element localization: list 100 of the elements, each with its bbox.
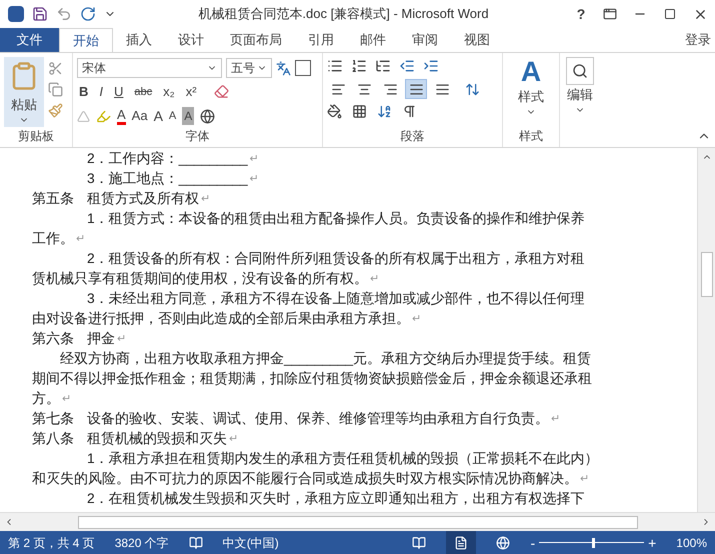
article-title: 押金 — [87, 330, 115, 348]
article-number: 第五条 — [32, 190, 75, 208]
format-button[interactable]: abc — [132, 84, 154, 100]
document-text: 3．施工地点：_________ — [87, 170, 248, 188]
cut-icon[interactable] — [48, 61, 63, 76]
group-label: 样式 — [518, 128, 544, 145]
vertical-scrollbar[interactable] — [697, 148, 715, 512]
paragraph-mark: ↵ — [370, 272, 379, 287]
ribbon-tab[interactable]: 设计 — [165, 28, 217, 52]
document-text: 方。 — [32, 390, 60, 408]
document-text: 2．租赁设备的所有权：合同附件所列租赁设备的所有权属于出租方，承租方对租 — [87, 250, 585, 268]
paragraph-mark: ↵ — [76, 232, 85, 247]
ribbon-tab[interactable]: 开始 — [59, 28, 113, 52]
ribbon-tab[interactable]: 邮件 — [347, 28, 399, 52]
align-icon — [382, 82, 398, 96]
format-button[interactable]: x₂ — [161, 82, 177, 102]
word-count[interactable]: 3820 个字 — [114, 534, 169, 552]
proofing-icon[interactable] — [188, 536, 203, 550]
shrink-font-button[interactable]: A — [168, 108, 176, 124]
paste-button[interactable]: 粘贴 — [4, 57, 44, 127]
zoom-out-button[interactable]: - — [530, 536, 536, 550]
borders-icon[interactable] — [352, 104, 367, 119]
zoom-level[interactable]: 100% — [676, 534, 707, 552]
multilevel-list-icon[interactable] — [375, 58, 391, 74]
ribbon-tab[interactable]: 审阅 — [399, 28, 451, 52]
decrease-indent-icon[interactable] — [399, 58, 415, 74]
scroll-thumb[interactable] — [78, 516, 638, 528]
scroll-thumb[interactable] — [700, 252, 712, 297]
eraser-icon[interactable] — [214, 84, 229, 100]
article-number: 第八条 — [32, 430, 75, 448]
article-number: 第七条 — [32, 410, 75, 428]
phonetic-guide-icon[interactable] — [276, 60, 291, 76]
paragraph-mark: ↵ — [117, 332, 126, 347]
group-label: 剪贴板 — [17, 128, 55, 145]
window-title: 机械租赁合同范本.doc [兼容模式] - Microsoft Word — [197, 5, 490, 24]
font-name-field[interactable]: 宋体 — [77, 58, 222, 78]
zoom-in-button[interactable]: + — [648, 536, 656, 550]
zoom-slider[interactable] — [539, 536, 644, 548]
ribbon-tab[interactable]: 引用 — [295, 28, 347, 52]
document-text: 期间不得以押金抵作租金；租赁期满，扣除应付租赁物资缺损赔偿金后，押金余额退还承租 — [32, 370, 592, 388]
ribbon-tab[interactable]: 视图 — [451, 28, 503, 52]
document-text: 和灭失的风险。由不可抗力的原因不能履行合同或造成损失时双方根实际情况协商解决。 — [32, 470, 578, 488]
document-text: 1．租赁方式：本设备的租赁由出租方配备操作人员。负责设备的操作和维护保养 — [87, 210, 585, 228]
format-button[interactable]: I — [97, 82, 106, 102]
editing-button[interactable]: 编辑 — [566, 57, 594, 114]
font-color-button[interactable]: A — [117, 108, 126, 124]
article-number: 第六条 — [32, 330, 75, 348]
page-count[interactable]: 第 2 页，共 4 页 — [8, 534, 95, 552]
print-layout-icon[interactable] — [446, 531, 476, 554]
format-button[interactable]: B — [77, 82, 90, 102]
bullets-icon[interactable] — [327, 58, 343, 74]
paragraph-mark: ↵ — [250, 152, 259, 167]
shading-icon[interactable] — [327, 104, 342, 119]
ribbon-tab[interactable]: 插入 — [113, 28, 165, 52]
character-shading-button[interactable]: A — [182, 107, 194, 125]
align-icon — [330, 82, 346, 96]
line-spacing-icon[interactable] — [465, 82, 480, 96]
styles-button[interactable]: A 样式 — [503, 53, 559, 127]
character-border-icon[interactable] — [295, 60, 311, 76]
document-text: 赁机械只享有租赁期间的使用权，没有设备的所有权。 — [32, 270, 368, 288]
align-button[interactable] — [405, 79, 427, 99]
web-layout-icon[interactable] — [496, 536, 510, 550]
horizontal-scrollbar[interactable] — [0, 512, 715, 531]
article-title: 租赁方式及所有权 — [87, 190, 199, 208]
document-text: 2．在租赁机械发生毁损和灭失时，承租方应立即通知出租方，出租方有权选择下 — [87, 490, 585, 508]
format-button[interactable]: x² — [184, 82, 199, 102]
paragraph-mark: ↵ — [201, 192, 210, 207]
read-mode-icon[interactable] — [412, 536, 426, 550]
file-tab[interactable]: 文件 — [0, 28, 59, 52]
align-icon — [408, 82, 424, 96]
align-icon — [434, 82, 450, 96]
paragraph-mark: ↵ — [580, 472, 589, 487]
font-size-field[interactable]: 五号 — [226, 58, 272, 78]
redo-icon[interactable] — [80, 6, 96, 22]
numbering-icon[interactable] — [351, 58, 367, 74]
sign-in-link[interactable]: 登录 — [685, 30, 715, 50]
format-button[interactable]: U — [112, 82, 126, 102]
undo-icon[interactable] — [56, 6, 72, 22]
paragraph-mark: ↵ — [551, 412, 560, 427]
paragraph-mark: ↵ — [62, 392, 71, 407]
ribbon-tab[interactable]: 页面布局 — [217, 28, 295, 52]
increase-indent-icon[interactable] — [423, 58, 439, 74]
change-case-button[interactable]: Aa — [132, 106, 148, 126]
article-title: 设备的验收、安装、调试、使用、保养、维修管理等均由承租方自行负责。 — [87, 410, 549, 428]
align-icon — [356, 82, 372, 96]
language-indicator[interactable]: 中文(中国) — [222, 534, 279, 552]
zoom-thumb[interactable] — [592, 538, 595, 548]
article-title: 租赁机械的毁损和灭失 — [87, 430, 227, 448]
save-icon[interactable] — [32, 6, 48, 22]
paragraph-mark: ↵ — [412, 312, 421, 327]
group-label: 字体 — [184, 128, 210, 145]
paragraph-mark: ↵ — [229, 432, 238, 447]
help-button[interactable]: ? — [571, 4, 591, 24]
grow-font-button[interactable]: A — [154, 106, 163, 126]
show-marks-icon[interactable] — [402, 104, 417, 119]
sort-icon[interactable] — [377, 104, 392, 119]
copy-icon[interactable] — [48, 82, 63, 97]
document-text: 1．承租方承担在租赁期内发生的承租方责任租赁机械的毁损（正常损耗不在此内） — [87, 450, 599, 468]
document-text: 由对设备进行抵押，否则由此造成的全部后果由承租方承担。 — [32, 310, 410, 328]
paragraph-mark: ↵ — [250, 172, 259, 187]
